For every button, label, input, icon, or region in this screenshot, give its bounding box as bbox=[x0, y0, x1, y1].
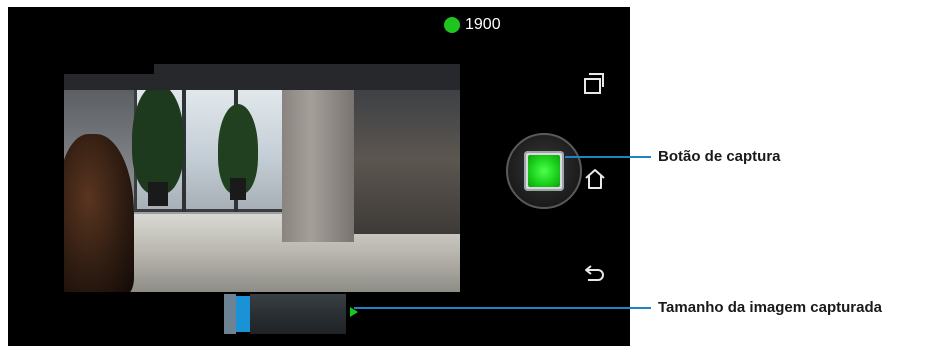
callout-capture-button: Botão de captura bbox=[658, 148, 781, 165]
capture-button[interactable] bbox=[524, 151, 564, 191]
back-icon[interactable] bbox=[584, 263, 606, 283]
callout-line-capture bbox=[565, 156, 651, 158]
camera-viewfinder bbox=[64, 64, 460, 292]
callout-line-image-size bbox=[354, 307, 651, 309]
recent-apps-icon[interactable] bbox=[584, 73, 606, 95]
slider-thumb[interactable] bbox=[236, 296, 250, 332]
image-size-slider[interactable] bbox=[224, 294, 346, 334]
status-indicator-icon bbox=[444, 17, 460, 33]
callout-image-size: Tamanho da imagem capturada bbox=[658, 299, 882, 316]
slider-end-cap bbox=[224, 294, 236, 334]
slider-track[interactable] bbox=[250, 294, 346, 334]
home-icon[interactable] bbox=[584, 167, 606, 191]
capture-button-face bbox=[528, 155, 560, 187]
remaining-shots-count: 1900 bbox=[465, 16, 501, 33]
